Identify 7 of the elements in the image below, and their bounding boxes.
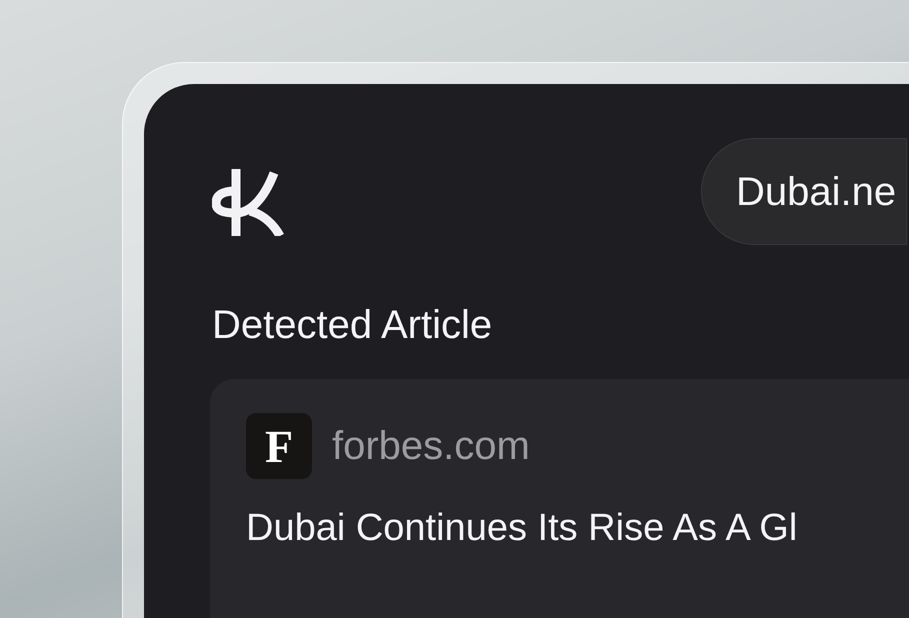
article-title: Dubai Continues Its Rise As A Gl [246, 509, 798, 547]
url-pill[interactable]: Dubai.ne [701, 138, 908, 245]
section-title: Detected Article [212, 305, 494, 345]
logo-icon [212, 169, 286, 236]
source-domain: forbes.com [332, 423, 530, 470]
source-logo-icon: F [246, 413, 312, 479]
article-card[interactable]: F forbes.com Dubai Continues Its Rise As A Gl [210, 379, 909, 618]
